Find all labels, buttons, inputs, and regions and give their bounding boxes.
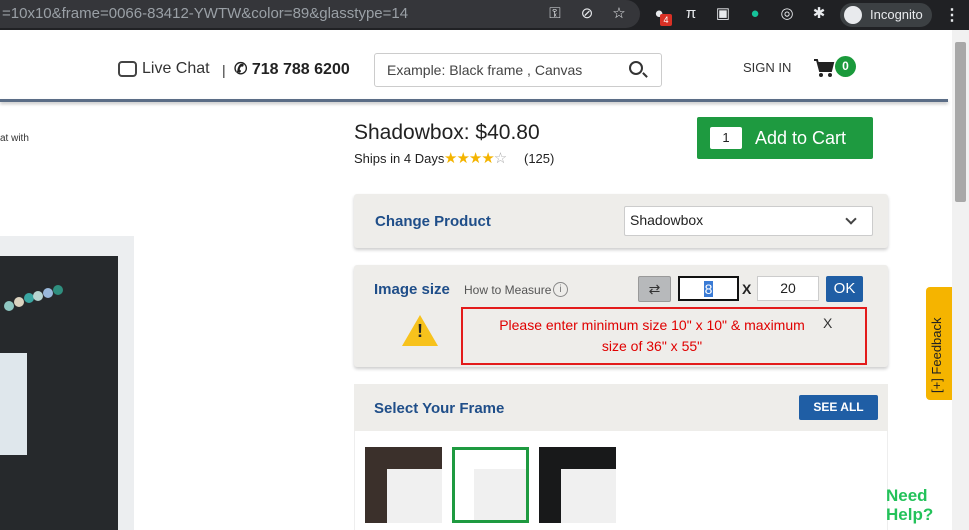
decor-bead: [33, 291, 43, 301]
key-icon[interactable]: ⚿: [545, 4, 565, 24]
frame-option-black[interactable]: [539, 447, 616, 523]
how-to-measure-link[interactable]: How to Measure: [464, 283, 551, 297]
frame-option-preview: [387, 469, 442, 523]
height-input[interactable]: 20: [757, 276, 819, 301]
sign-in-link[interactable]: SIGN IN: [743, 60, 791, 75]
select-frame-title: Select Your Frame: [374, 400, 505, 417]
browser-menu-icon[interactable]: ⋮: [944, 5, 960, 25]
quantity-input[interactable]: 1: [710, 127, 742, 149]
ok-button[interactable]: OK: [826, 276, 863, 302]
decor-bead: [43, 288, 53, 298]
size-error-message: Please enter minimum size 10" x 10" & ma…: [461, 307, 867, 365]
extension-badge: 4: [660, 14, 672, 26]
close-error-button[interactable]: X: [823, 315, 832, 331]
header-separator: |: [222, 62, 226, 78]
add-to-cart-label: Add to Cart: [755, 127, 847, 148]
frame-option-white-selected[interactable]: [452, 447, 529, 523]
shipping-info: Ships in 4 Days: [354, 151, 445, 166]
browser-toolbar: =10x10&frame=0066-83412-YWTW&color=89&gl…: [0, 0, 969, 30]
search-input[interactable]: [375, 54, 615, 86]
grammarly-icon[interactable]: ●: [745, 4, 765, 24]
swap-dimensions-button[interactable]: ⇄: [638, 276, 671, 302]
dimension-separator: X: [742, 281, 752, 297]
product-type-select[interactable]: Shadowbox: [624, 206, 873, 236]
see-all-button[interactable]: SEE ALL: [799, 395, 878, 420]
extension-pi-icon[interactable]: π: [681, 4, 701, 24]
decor-bead: [14, 297, 24, 307]
incognito-icon: [844, 6, 862, 24]
product-preview-photo: [0, 353, 27, 455]
search-icon[interactable]: [629, 61, 643, 75]
extension-folder-icon[interactable]: ▣: [713, 4, 733, 24]
shopping-cart-icon[interactable]: [813, 58, 835, 78]
incognito-label: Incognito: [870, 7, 923, 22]
rating-stars-empty: ☆: [493, 150, 507, 167]
puzzle-extensions-icon[interactable]: ✱: [809, 4, 829, 24]
warning-mark: !: [417, 321, 423, 341]
add-to-cart-button[interactable]: 1 Add to Cart: [697, 117, 873, 159]
search-box[interactable]: [374, 53, 662, 87]
eye-slash-icon[interactable]: ⊘: [577, 4, 597, 24]
phone-text: 718 788 6200: [251, 61, 350, 78]
frame-option-walnut[interactable]: [365, 447, 442, 523]
decor-bead: [4, 301, 14, 311]
star-bookmark-icon[interactable]: ☆: [609, 4, 629, 24]
frame-option-preview: [561, 469, 616, 523]
live-chat-label: Live Chat: [142, 60, 210, 77]
image-size-title: Image size: [374, 281, 450, 298]
size-error-line-2: size of 36" x 55": [601, 338, 703, 354]
chevron-down-icon: [845, 213, 857, 225]
info-icon[interactable]: i: [553, 282, 568, 297]
extension-circle-icon[interactable]: ◎: [777, 4, 797, 24]
swap-arrows-icon: ⇄: [648, 281, 661, 297]
chat-icon: [118, 61, 137, 77]
need-help-line-1: Need: [886, 486, 928, 505]
scrollbar-thumb[interactable]: [955, 42, 966, 202]
phone-number[interactable]: ✆ 718 788 6200: [234, 59, 350, 79]
header-divider: [0, 99, 948, 102]
feedback-label: [+] Feedback: [929, 317, 944, 393]
incognito-indicator: Incognito: [840, 3, 932, 27]
size-error-text: Please enter minimum size 10" x 10" & ma…: [479, 315, 825, 357]
size-error-line-1: Please enter minimum size 10" x 10" & ma…: [499, 317, 805, 333]
frame-option-preview: [474, 469, 526, 520]
width-value: 8: [703, 281, 714, 297]
phone-icon: ✆: [234, 61, 252, 78]
change-product-title: Change Product: [375, 213, 491, 230]
address-bar[interactable]: =10x10&frame=0066-83412-YWTW&color=89&gl…: [0, 0, 640, 28]
product-type-value: Shadowbox: [630, 212, 704, 228]
live-chat-link[interactable]: Live Chat: [118, 60, 210, 78]
need-help-button[interactable]: Need Help?: [886, 486, 933, 524]
product-title: Shadowbox: $40.80: [354, 121, 540, 144]
cart-count-badge: 0: [835, 56, 856, 77]
review-count[interactable]: (125): [524, 151, 554, 166]
rating-stars-filled: ★★★★: [444, 150, 495, 167]
product-description-snippet: at with: [0, 133, 29, 144]
rating-stars[interactable]: ★★★★☆: [444, 149, 507, 167]
width-input[interactable]: 8: [678, 276, 739, 301]
decor-bead: [53, 285, 63, 295]
need-help-line-2: Help?: [886, 505, 934, 524]
